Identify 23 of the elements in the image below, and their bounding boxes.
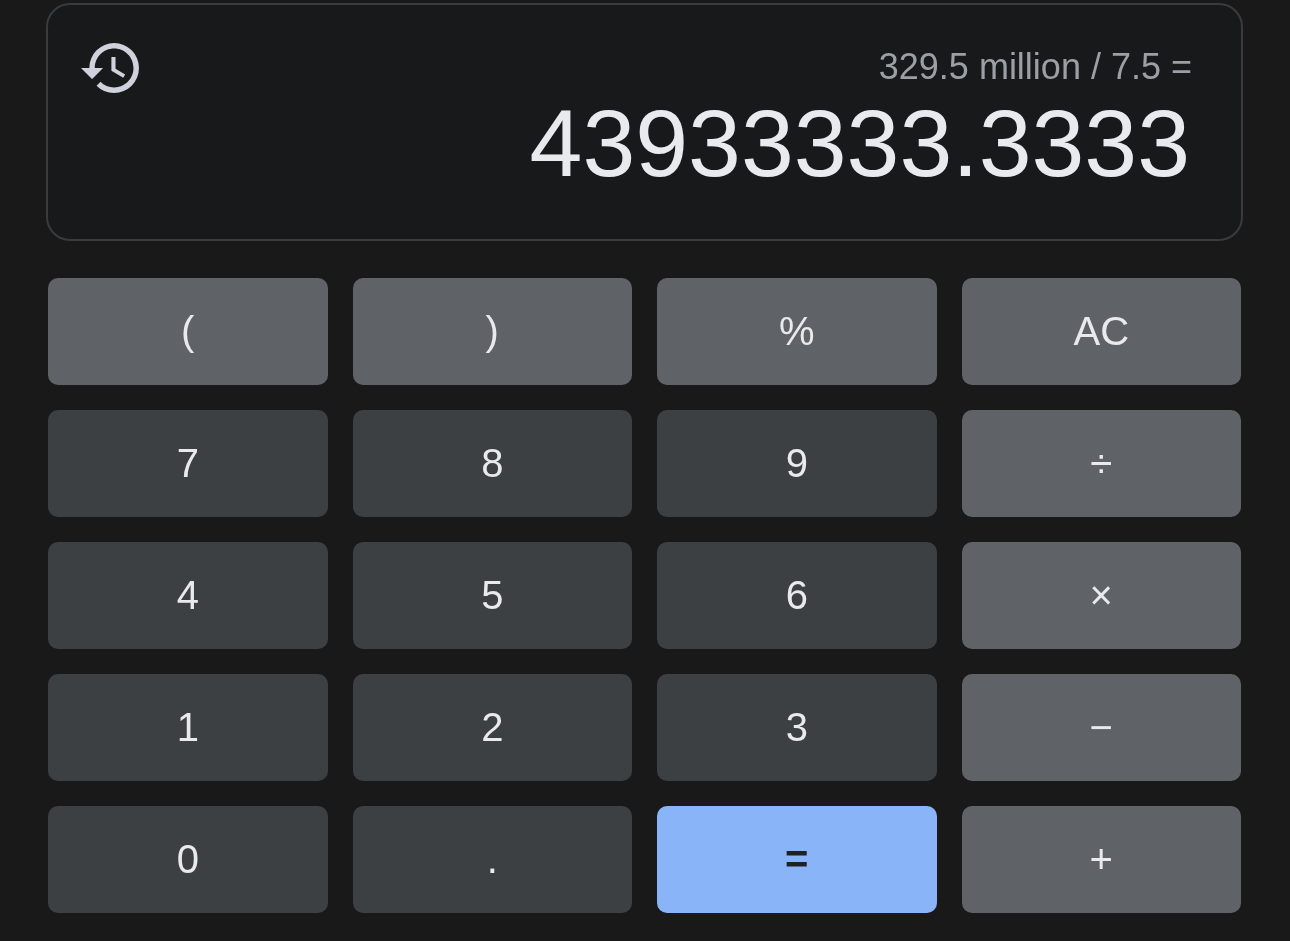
- digit-key[interactable]: 2: [352, 674, 632, 781]
- digit-key[interactable]: 1: [48, 674, 328, 781]
- function-key[interactable]: AC: [961, 278, 1241, 385]
- digit-key[interactable]: 4: [48, 542, 328, 649]
- digit-key[interactable]: 7: [48, 410, 328, 517]
- digit-key[interactable]: 9: [657, 410, 937, 517]
- digit-key[interactable]: 0: [48, 806, 328, 913]
- expression-text: 329.5 million / 7.5 =: [878, 46, 1192, 88]
- digit-key[interactable]: 3: [657, 674, 937, 781]
- digit-key[interactable]: 5: [352, 542, 632, 649]
- function-key[interactable]: (: [48, 278, 328, 385]
- operator-key[interactable]: ÷: [961, 410, 1241, 517]
- equals-key[interactable]: =: [657, 806, 937, 913]
- history-icon[interactable]: [81, 43, 139, 93]
- operator-key[interactable]: +: [961, 806, 1241, 913]
- digit-key[interactable]: 6: [657, 542, 937, 649]
- operator-key[interactable]: −: [961, 674, 1241, 781]
- operator-key[interactable]: ×: [961, 542, 1241, 649]
- function-key[interactable]: ): [352, 278, 632, 385]
- function-key[interactable]: %: [657, 278, 937, 385]
- digit-key[interactable]: .: [352, 806, 632, 913]
- digit-key[interactable]: 8: [352, 410, 632, 517]
- result-text: 43933333.3333: [529, 93, 1190, 193]
